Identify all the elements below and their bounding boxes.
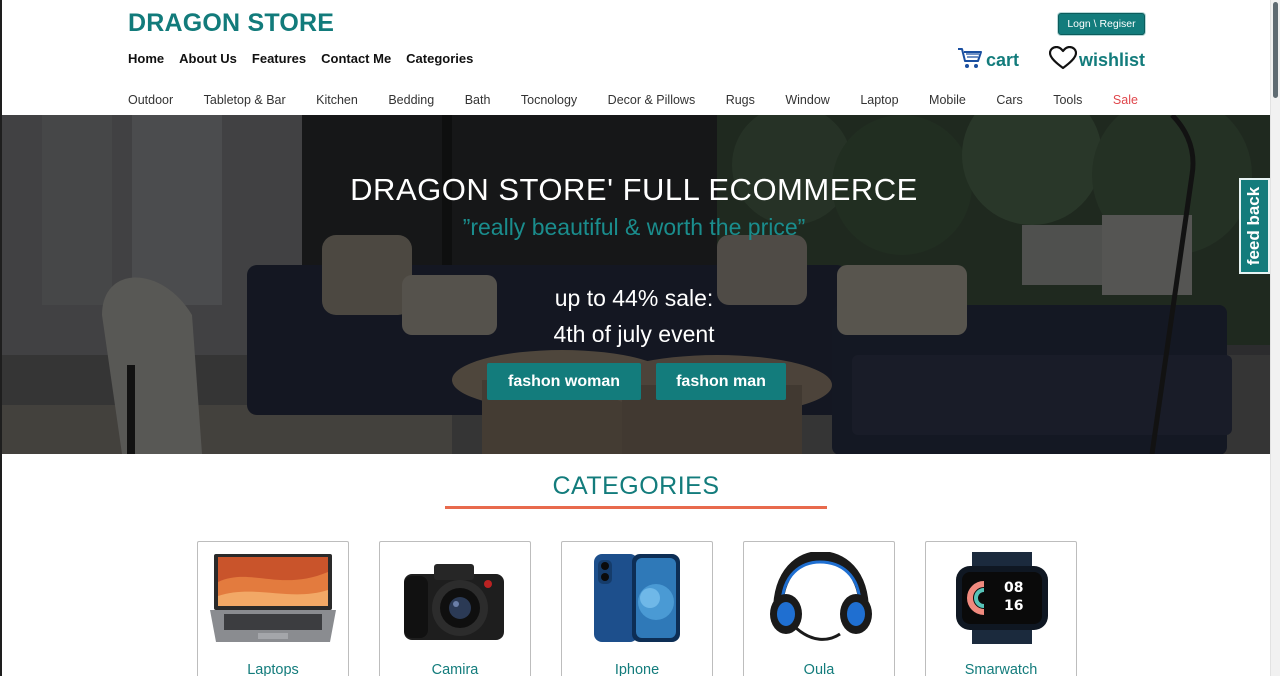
camera-image (404, 564, 504, 640)
fashion-man-button[interactable]: fashon man (656, 363, 786, 400)
svg-text:16: 16 (1004, 598, 1023, 614)
feedback-tab[interactable]: feed back (1239, 178, 1270, 274)
hero-event-text: 4th of july event (553, 321, 715, 347)
cat-nav-bedding[interactable]: Bedding (388, 93, 434, 107)
heart-icon (1048, 45, 1078, 75)
cart-label: cart (986, 50, 1020, 70)
main-nav: Home About Us Features Contact Me Catego… (128, 51, 473, 66)
cat-nav-cars[interactable]: Cars (996, 93, 1022, 107)
category-card-iphone[interactable]: Iphone (561, 541, 713, 676)
category-nav: Outdoor Tabletop & Bar Kitchen Bedding B… (128, 93, 1138, 107)
nav-categories[interactable]: Categories (406, 51, 473, 66)
cat-nav-sale[interactable]: Sale (1113, 93, 1138, 107)
category-label: Iphone (614, 662, 660, 676)
login-register-button[interactable]: Logn \ Regiser (1058, 13, 1145, 35)
category-label: Smarwatch (964, 662, 1038, 676)
cat-nav-mobile[interactable]: Mobile (929, 93, 966, 107)
cart-icon (957, 46, 983, 75)
hero-title: DRAGON STORE' FULL ECOMMERCE (350, 172, 918, 207)
cat-nav-kitchen[interactable]: Kitchen (316, 93, 358, 107)
categories-divider (445, 506, 827, 509)
category-card-laptops[interactable]: Laptops (197, 541, 349, 676)
svg-text:08: 08 (1004, 580, 1023, 596)
laptop-image (210, 554, 336, 642)
category-card-smarwatch[interactable]: 08 16 Smarwatch (925, 541, 1077, 676)
cat-nav-window[interactable]: Window (785, 93, 829, 107)
category-label: Oula (803, 662, 835, 676)
wishlist-link[interactable]: wishlist (1048, 45, 1146, 75)
nav-contact-me[interactable]: Contact Me (321, 51, 391, 66)
phone-image (594, 554, 680, 642)
nav-about-us[interactable]: About Us (179, 51, 237, 66)
brand-logo[interactable]: DRAGON STORE (128, 9, 334, 38)
cat-nav-tocnology[interactable]: Tocnology (521, 93, 577, 107)
category-card-oula[interactable]: Oula (743, 541, 895, 676)
hero-quote: ”really beautiful & worth the price” (462, 214, 806, 240)
cat-nav-bath[interactable]: Bath (465, 93, 491, 107)
categories-heading: CATEGORIES (552, 472, 720, 500)
cat-nav-outdoor[interactable]: Outdoor (128, 93, 173, 107)
cat-nav-tabletop-bar[interactable]: Tabletop & Bar (204, 93, 286, 107)
smartwatch-image: 08 16 (956, 552, 1048, 644)
cart-link[interactable]: cart (957, 46, 1019, 75)
category-card-camira[interactable]: Camira (379, 541, 531, 676)
hero-sale-text: up to 44% sale: (554, 285, 714, 311)
cat-nav-tools[interactable]: Tools (1053, 93, 1082, 107)
cat-nav-rugs[interactable]: Rugs (726, 93, 755, 107)
page-scrollbar[interactable] (1270, 0, 1280, 676)
feedback-label: feed back (1244, 186, 1264, 266)
wishlist-label: wishlist (1079, 50, 1146, 70)
fashion-woman-button[interactable]: fashon woman (487, 363, 641, 400)
headset-image (770, 552, 872, 641)
nav-home[interactable]: Home (128, 51, 164, 66)
cat-nav-laptop[interactable]: Laptop (860, 93, 898, 107)
cat-nav-decor-pillows[interactable]: Decor & Pillows (608, 93, 696, 107)
category-label: Camira (431, 662, 479, 676)
scrollbar-thumb[interactable] (1273, 2, 1278, 98)
nav-features[interactable]: Features (252, 51, 306, 66)
category-label: Laptops (247, 662, 299, 676)
